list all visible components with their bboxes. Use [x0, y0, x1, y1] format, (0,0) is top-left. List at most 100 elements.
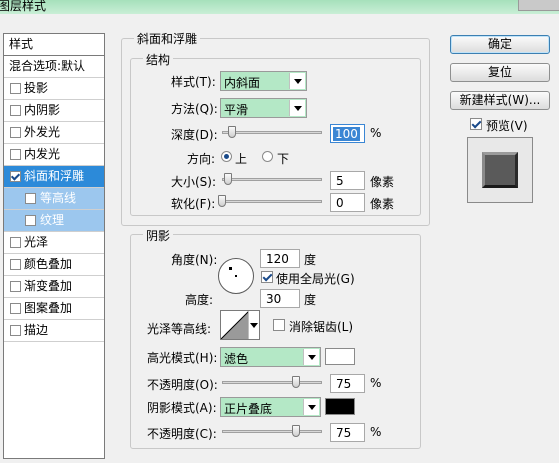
style-item-stroke[interactable]: 描边 [4, 320, 104, 342]
style-item-satin[interactable]: 光泽 [4, 232, 104, 254]
size-unit: 像素 [370, 175, 395, 189]
title-bar: 图层样式 [0, 0, 559, 14]
style-item-outer-glow[interactable]: 外发光 [4, 122, 104, 144]
shadow-mode-select[interactable]: 正片叠底 [220, 397, 321, 417]
shadow-opacity-input[interactable]: 75 [330, 423, 365, 442]
direction-label: 方向: [187, 152, 216, 166]
chevron-down-icon [289, 100, 305, 116]
style-item-inner-glow[interactable]: 内发光 [4, 144, 104, 166]
shadow-mode-label: 阴影模式(A): [147, 401, 217, 415]
checkbox[interactable] [10, 83, 21, 94]
highlight-opacity-thumb[interactable] [292, 376, 300, 388]
shadow-opacity-percent: % [370, 425, 382, 439]
shading-title: 阴影 [143, 227, 174, 244]
style-select[interactable]: 内斜面 [220, 71, 307, 91]
altitude-unit: 度 [304, 293, 317, 307]
style-item-texture[interactable]: 纹理 [4, 210, 104, 232]
new-style-button[interactable]: 新建样式(W)... [450, 91, 550, 110]
style-item-gradient-overlay[interactable]: 渐变叠加 [4, 276, 104, 298]
checkbox[interactable] [10, 281, 21, 292]
shadow-opacity-track[interactable] [222, 430, 322, 433]
antialias-checkbox[interactable] [273, 319, 285, 331]
direction-down-radio[interactable] [262, 151, 273, 162]
chevron-down-icon [289, 73, 305, 89]
style-list: 样式 混合选项:默认 投影 内阴影 外发光 内发光 斜面和浮雕 等高线 纹理 光… [3, 33, 105, 459]
soften-label: 软化(F): [171, 197, 216, 211]
angle-unit: 度 [304, 253, 317, 267]
highlight-opacity-track[interactable] [222, 381, 322, 384]
reset-button[interactable]: 复位 [450, 63, 550, 82]
bevel-section-title: 斜面和浮雕 [134, 30, 201, 47]
highlight-color-swatch[interactable] [325, 348, 355, 365]
contour-preview-icon [221, 311, 249, 339]
altitude-label: 高度: [185, 293, 214, 307]
size-slider-track[interactable] [222, 178, 322, 181]
depth-slider-thumb[interactable] [228, 126, 236, 138]
angle-dial[interactable] [218, 258, 254, 294]
close-button[interactable] [518, 0, 559, 11]
style-item-bevel-emboss[interactable]: 斜面和浮雕 [4, 166, 104, 188]
preview-label: 预览(V) [486, 119, 528, 133]
direction-up-label: 上 [235, 152, 248, 166]
chevron-down-icon [303, 349, 319, 365]
global-light-label: 使用全局光(G) [276, 272, 355, 286]
depth-label: 深度(D): [171, 128, 218, 142]
gloss-contour-label: 光泽等高线: [147, 322, 212, 336]
highlight-opacity-percent: % [370, 376, 382, 390]
shadow-opacity-thumb[interactable] [292, 425, 300, 437]
technique-select[interactable]: 平滑 [220, 98, 307, 118]
checkbox[interactable] [10, 149, 21, 160]
style-item-inner-shadow[interactable]: 内阴影 [4, 100, 104, 122]
dial-center-icon [235, 275, 237, 277]
checkbox[interactable] [10, 237, 21, 248]
size-label: 大小(S): [171, 175, 217, 189]
gloss-contour-picker[interactable] [220, 310, 260, 340]
preview-checkbox[interactable] [470, 118, 482, 130]
ok-button[interactable]: 确定 [450, 35, 550, 54]
preview-box [467, 137, 533, 203]
soften-unit: 像素 [370, 197, 395, 211]
highlight-mode-select[interactable]: 滤色 [220, 347, 321, 367]
checkbox[interactable] [10, 127, 21, 138]
depth-percent: % [370, 126, 382, 140]
dial-crosshair-icon [229, 267, 232, 270]
direction-up-radio[interactable] [221, 151, 232, 162]
soften-slider-thumb[interactable] [218, 195, 226, 207]
checkbox[interactable] [25, 193, 36, 204]
angle-input[interactable]: 120 [260, 249, 300, 268]
antialias-label: 消除锯齿(L) [289, 320, 354, 334]
highlight-opacity-label: 不透明度(O): [147, 378, 218, 392]
highlight-mode-label: 高光模式(H): [147, 351, 218, 365]
window-title: 图层样式 [0, 0, 47, 13]
style-item-drop-shadow[interactable]: 投影 [4, 78, 104, 100]
size-slider-thumb[interactable] [224, 173, 232, 185]
chevron-down-icon [248, 311, 259, 339]
size-input[interactable]: 5 [330, 171, 365, 190]
depth-input[interactable]: 100 [330, 124, 365, 143]
checkbox[interactable] [10, 325, 21, 336]
soften-slider-track[interactable] [222, 200, 322, 203]
altitude-input[interactable]: 30 [260, 289, 300, 308]
depth-slider-track[interactable] [222, 131, 322, 134]
style-item-contour[interactable]: 等高线 [4, 188, 104, 210]
highlight-opacity-input[interactable]: 75 [330, 374, 365, 393]
shadow-opacity-label: 不透明度(C): [147, 427, 217, 441]
checkbox[interactable] [10, 105, 21, 116]
style-label: 样式(T): [171, 75, 216, 89]
chevron-down-icon [303, 399, 319, 415]
style-item-pattern-overlay[interactable]: 图案叠加 [4, 298, 104, 320]
blend-options-item[interactable]: 混合选项:默认 [4, 56, 104, 78]
global-light-checkbox[interactable] [261, 271, 273, 283]
checkbox[interactable] [10, 303, 21, 314]
style-list-header[interactable]: 样式 [4, 34, 104, 56]
preview-swatch-icon [482, 152, 518, 188]
style-item-color-overlay[interactable]: 颜色叠加 [4, 254, 104, 276]
checkbox[interactable] [10, 259, 21, 270]
shadow-color-swatch[interactable] [325, 398, 355, 415]
soften-input[interactable]: 0 [330, 193, 365, 212]
technique-label: 方法(Q): [171, 102, 218, 116]
direction-down-label: 下 [277, 152, 290, 166]
checkbox[interactable] [10, 171, 21, 182]
checkbox[interactable] [25, 215, 36, 226]
angle-label: 角度(N): [171, 253, 218, 267]
